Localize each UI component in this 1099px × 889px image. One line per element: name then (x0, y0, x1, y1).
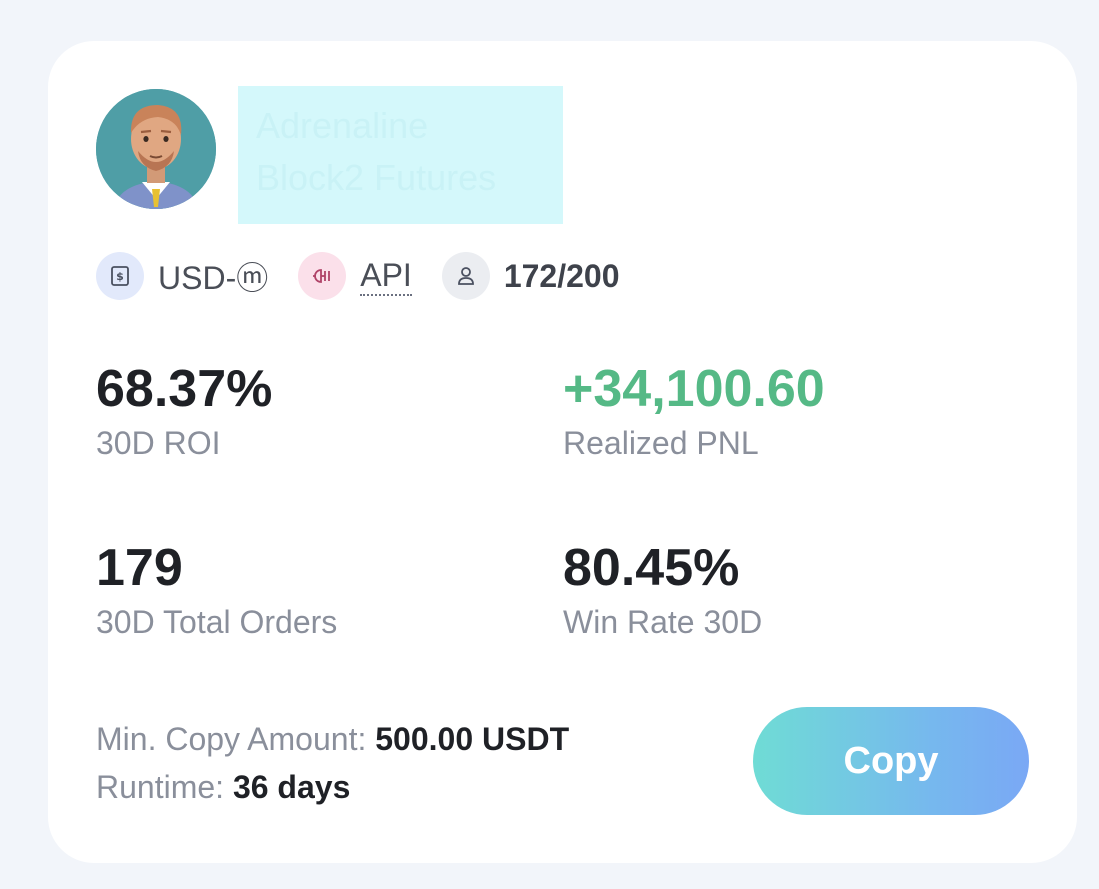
usd-margin-icon: $ (96, 252, 144, 300)
stat-pnl-value: +34,100.60 (563, 360, 825, 418)
user-icon (441, 252, 490, 300)
tag-api[interactable]: API (298, 252, 412, 300)
stat-win-rate-value: 80.45% (563, 539, 740, 597)
stat-pnl-label: Realized PNL (563, 425, 759, 461)
trader-name[interactable]: Adrenaline Block2 Futures (238, 86, 563, 224)
trader-tags: $ USD-ⓜ API 172/200 (96, 251, 649, 301)
stat-win-rate-label: Win Rate 30D (563, 604, 763, 640)
copy-info: Min. Copy Amount: 500.00 USDT Runtime: 3… (96, 715, 569, 811)
stat-orders: 179 30D Total Orders (96, 538, 337, 642)
tag-api-label[interactable]: API (360, 257, 412, 296)
stat-orders-value: 179 (96, 539, 183, 597)
stat-win-rate: 80.45% Win Rate 30D (563, 538, 762, 642)
tag-copiers: 172/200 (441, 252, 620, 300)
tag-market: $ USD-ⓜ (96, 252, 268, 300)
trader-name-line-2: Block2 Futures (256, 157, 497, 198)
runtime-value: 36 days (232, 769, 351, 805)
min-copy-amount-value: 500.00 USDT (375, 721, 570, 757)
tag-market-label: USD-ⓜ (158, 260, 269, 296)
api-plug-icon (298, 252, 347, 300)
copy-button[interactable]: Copy (753, 707, 1029, 815)
svg-text:$: $ (116, 270, 124, 283)
trader-avatar-icon (96, 89, 216, 209)
runtime-label: Runtime: (96, 769, 233, 805)
stat-orders-label: 30D Total Orders (96, 604, 338, 640)
min-copy-amount: Min. Copy Amount: 500.00 USDT (96, 715, 569, 763)
trader-card: Adrenaline Block2 Futures $ USD-ⓜ API 17… (48, 41, 1077, 863)
stat-roi-value: 68.37% (96, 360, 273, 418)
stat-pnl: +34,100.60 Realized PNL (563, 359, 825, 463)
runtime: Runtime: 36 days (96, 763, 569, 811)
min-copy-amount-label: Min. Copy Amount: (96, 721, 376, 757)
trader-name-line-1: Adrenaline (256, 105, 429, 146)
stat-roi-label: 30D ROI (96, 425, 221, 461)
stat-roi: 68.37% 30D ROI (96, 359, 272, 463)
tag-copiers-label: 172/200 (503, 257, 620, 294)
